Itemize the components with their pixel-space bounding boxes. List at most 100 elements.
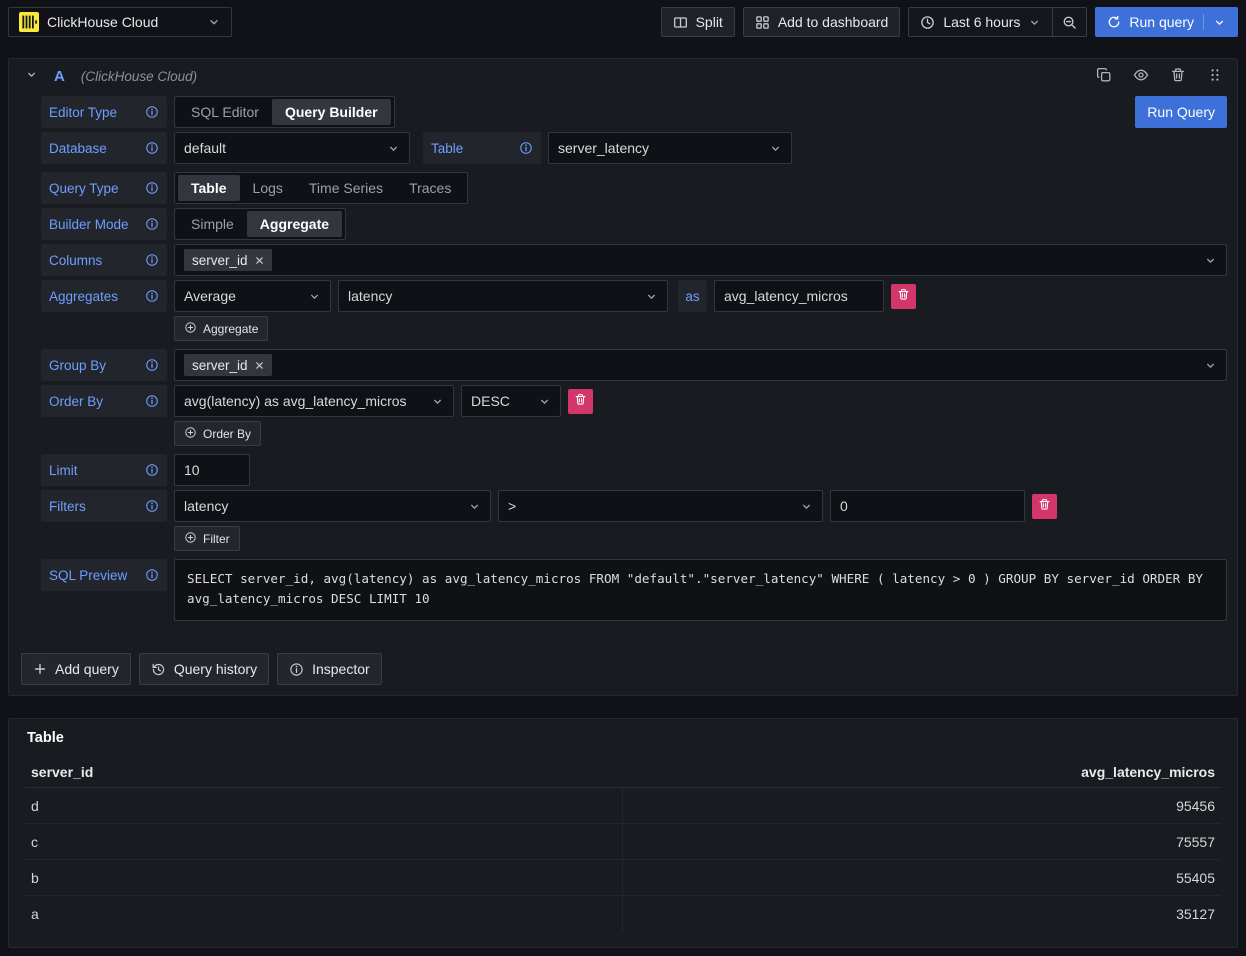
- add-aggregate-button[interactable]: Aggregate: [174, 316, 268, 341]
- run-query-button[interactable]: Run query: [1095, 7, 1238, 37]
- inspector-button[interactable]: Inspector: [277, 653, 382, 685]
- order-by-field-select[interactable]: avg(latency) as avg_latency_micros: [174, 385, 454, 417]
- sync-icon: [1107, 15, 1121, 29]
- add-filter-label: Filter: [203, 532, 230, 546]
- time-zoom-out-button[interactable]: [1052, 8, 1086, 36]
- chevron-down-icon: [1204, 359, 1217, 372]
- builder-mode-option-aggregate[interactable]: Aggregate: [247, 211, 342, 237]
- remove-tag-icon[interactable]: [255, 361, 264, 370]
- query-type-option-table[interactable]: Table: [178, 175, 240, 201]
- chevron-down-icon: [431, 395, 444, 408]
- inspector-label: Inspector: [312, 661, 370, 677]
- chevron-down-icon: [538, 395, 551, 408]
- database-select[interactable]: default: [174, 132, 410, 164]
- aggregate-column-select[interactable]: latency: [338, 280, 668, 312]
- table-row[interactable]: d 95456: [25, 788, 1221, 824]
- datasource-picker[interactable]: ClickHouse Cloud: [8, 7, 232, 37]
- split-button[interactable]: Split: [661, 7, 735, 37]
- clickhouse-logo-icon: [19, 12, 39, 32]
- query-type-option-time-series[interactable]: Time Series: [296, 175, 396, 201]
- database-label: Database: [41, 132, 167, 164]
- drag-handle[interactable]: [1207, 67, 1223, 86]
- as-label: as: [678, 280, 707, 312]
- chevron-down-icon[interactable]: [1213, 16, 1226, 29]
- toolbar: ClickHouse Cloud Split Add to dashboard …: [0, 0, 1246, 44]
- info-icon[interactable]: [145, 463, 159, 477]
- aggregate-alias-input[interactable]: [714, 280, 884, 312]
- column-header-server-id[interactable]: server_id: [25, 764, 623, 780]
- info-icon[interactable]: [519, 141, 533, 155]
- columns-tag-server-id: server_id: [184, 249, 272, 271]
- cell-server-id: a: [25, 896, 623, 932]
- order-by-label: Order By: [41, 385, 167, 417]
- query-header: A (ClickHouse Cloud): [9, 59, 1237, 93]
- order-by-direction-value: DESC: [471, 393, 510, 409]
- editor-type-option-query-builder[interactable]: Query Builder: [272, 99, 391, 125]
- table-row[interactable]: c 75557: [25, 824, 1221, 860]
- info-icon[interactable]: [145, 289, 159, 303]
- remove-order-by-button[interactable]: [568, 389, 593, 414]
- run-query-editor-button[interactable]: Run Query: [1135, 96, 1227, 128]
- filter-value-input[interactable]: [830, 490, 1025, 522]
- remove-filter-button[interactable]: [1032, 494, 1057, 519]
- sql-preview-text: SELECT server_id, avg(latency) as avg_la…: [174, 559, 1227, 621]
- plus-circle-icon: [184, 321, 197, 337]
- info-icon[interactable]: [145, 105, 159, 119]
- add-aggregate-label: Aggregate: [203, 322, 258, 336]
- chevron-down-icon: [800, 500, 813, 513]
- aggregate-function-select[interactable]: Average: [174, 280, 331, 312]
- trash-icon: [897, 288, 910, 304]
- datasource-picker-label: ClickHouse Cloud: [47, 14, 199, 30]
- table-row[interactable]: a 35127: [25, 896, 1221, 932]
- table-select[interactable]: server_latency: [548, 132, 792, 164]
- remove-tag-icon[interactable]: [255, 256, 264, 265]
- add-query-button[interactable]: Add query: [21, 653, 131, 685]
- query-type-option-traces[interactable]: Traces: [396, 175, 464, 201]
- info-icon[interactable]: [145, 394, 159, 408]
- toggle-query-visibility-button[interactable]: [1133, 67, 1149, 86]
- copy-icon: [1096, 67, 1112, 86]
- limit-input[interactable]: [174, 454, 250, 486]
- query-type-option-logs[interactable]: Logs: [240, 175, 296, 201]
- info-icon[interactable]: [145, 568, 159, 582]
- filter-operator-select[interactable]: >: [498, 490, 823, 522]
- time-range-picker[interactable]: Last 6 hours: [909, 8, 1052, 36]
- filter-column-select[interactable]: latency: [174, 490, 491, 522]
- remove-aggregate-button[interactable]: [891, 284, 916, 309]
- info-icon[interactable]: [145, 253, 159, 267]
- info-icon[interactable]: [145, 358, 159, 372]
- add-filter-button[interactable]: Filter: [174, 526, 240, 551]
- query-ref-id[interactable]: A: [54, 68, 65, 85]
- chevron-down-icon: [207, 15, 221, 29]
- results-table: server_id avg_latency_micros d 95456 c 7…: [25, 756, 1221, 947]
- query-type-label: Query Type: [41, 172, 167, 204]
- editor-type-label: Editor Type: [41, 96, 167, 128]
- column-header-avg-latency-micros[interactable]: avg_latency_micros: [623, 764, 1221, 780]
- builder-mode-radio-group: Simple Aggregate: [174, 208, 346, 240]
- group-by-multiselect[interactable]: server_id: [174, 349, 1227, 381]
- info-icon[interactable]: [145, 217, 159, 231]
- apps-grid-icon: [755, 15, 770, 30]
- order-by-direction-select[interactable]: DESC: [461, 385, 561, 417]
- plus-icon: [33, 662, 47, 676]
- duplicate-query-button[interactable]: [1096, 67, 1112, 86]
- add-to-dashboard-button[interactable]: Add to dashboard: [743, 7, 901, 37]
- split-button-label: Split: [696, 14, 723, 30]
- table-row[interactable]: b 55405: [25, 860, 1221, 896]
- plus-circle-icon: [184, 531, 197, 547]
- columns-multiselect[interactable]: server_id: [174, 244, 1227, 276]
- group-by-label: Group By: [41, 349, 167, 381]
- info-icon[interactable]: [145, 181, 159, 195]
- limit-label: Limit: [41, 454, 167, 486]
- info-icon[interactable]: [145, 141, 159, 155]
- query-type-radio-group: Table Logs Time Series Traces: [174, 172, 468, 204]
- add-order-by-button[interactable]: Order By: [174, 421, 261, 446]
- chevron-down-icon: [1204, 254, 1217, 267]
- delete-query-button[interactable]: [1170, 67, 1186, 86]
- editor-type-option-sql-editor[interactable]: SQL Editor: [178, 99, 272, 125]
- collapse-query-button[interactable]: [25, 68, 38, 84]
- info-icon[interactable]: [145, 499, 159, 513]
- builder-mode-option-simple[interactable]: Simple: [178, 211, 247, 237]
- query-history-button[interactable]: Query history: [139, 653, 269, 685]
- trash-icon: [1038, 498, 1051, 514]
